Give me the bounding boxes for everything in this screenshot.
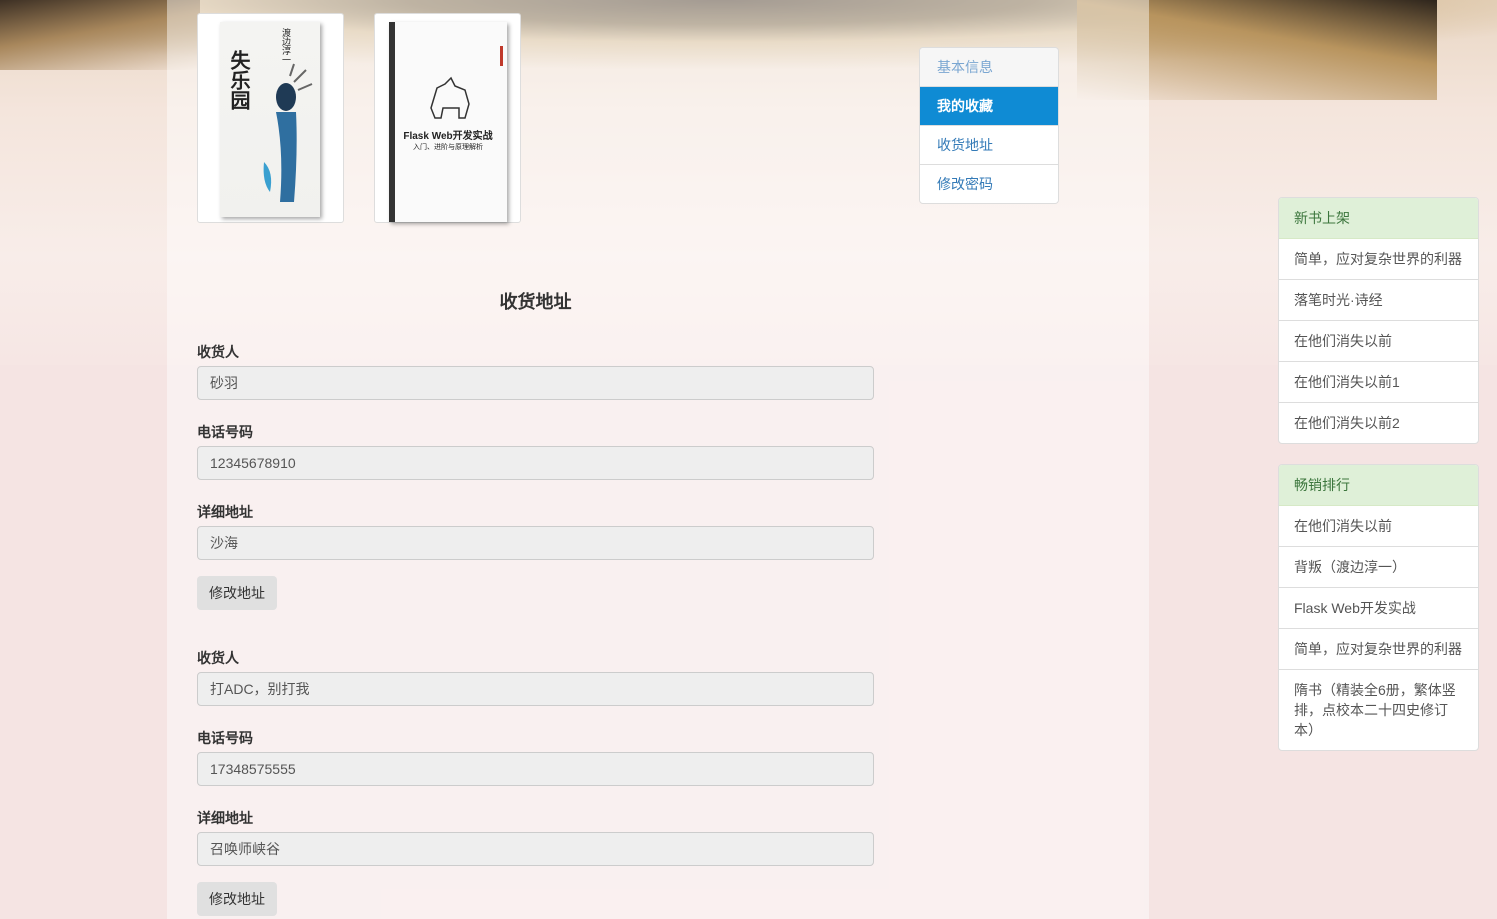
- address-label: 详细地址: [197, 810, 253, 826]
- list-item[interactable]: 隋书（精装全6册，繁体竖排，点校本二十四史修订本）: [1279, 670, 1478, 750]
- list-item[interactable]: 背叛（渡边淳一）: [1279, 547, 1478, 588]
- list-item[interactable]: 在他们消失以前2: [1279, 403, 1478, 443]
- recipient-input[interactable]: [197, 366, 874, 400]
- cover-illustration-icon: [263, 63, 313, 202]
- wolf-icon: [430, 76, 470, 119]
- list-item[interactable]: 在他们消失以前: [1279, 321, 1478, 362]
- recipient-input[interactable]: [197, 672, 874, 706]
- menu-item-change-password[interactable]: 修改密码: [920, 165, 1058, 203]
- list-item[interactable]: Flask Web开发实战: [1279, 588, 1478, 629]
- recipient-label: 收货人: [197, 650, 239, 666]
- cover-title-2: Flask Web开发实战: [403, 131, 493, 142]
- book-cover-1[interactable]: 失乐园 渡边淳一: [220, 22, 320, 217]
- book-card-2[interactable]: Flask Web开发实战 入门、进阶与原理解析: [374, 13, 521, 223]
- address-form-2: 收货人 电话号码 详细地址 修改地址: [197, 648, 874, 916]
- phone-label: 电话号码: [197, 424, 253, 440]
- book-card-1[interactable]: 失乐园 渡边淳一: [197, 13, 344, 223]
- cover-subtitle-2: 入门、进阶与原理解析: [413, 144, 483, 151]
- menu-item-basic-info[interactable]: 基本信息: [920, 48, 1058, 87]
- list-item[interactable]: 在他们消失以前1: [1279, 362, 1478, 403]
- list-item[interactable]: 简单，应对复杂世界的利器: [1279, 239, 1478, 280]
- book-cover-2[interactable]: Flask Web开发实战 入门、进阶与原理解析: [389, 22, 507, 222]
- new-books-heading: 新书上架: [1279, 198, 1478, 239]
- bestsellers-heading: 畅销排行: [1279, 465, 1478, 506]
- list-item[interactable]: 简单，应对复杂世界的利器: [1279, 629, 1478, 670]
- address-input[interactable]: [197, 526, 874, 560]
- edit-address-button[interactable]: 修改地址: [197, 576, 277, 610]
- phone-label: 电话号码: [197, 730, 253, 746]
- menu-item-shipping-address[interactable]: 收货地址: [920, 126, 1058, 165]
- list-item[interactable]: 落笔时光·诗经: [1279, 280, 1478, 321]
- menu-item-my-favorites[interactable]: 我的收藏: [920, 87, 1058, 126]
- recipient-label: 收货人: [197, 344, 239, 360]
- edit-address-button[interactable]: 修改地址: [197, 882, 277, 916]
- user-menu: 基本信息 我的收藏 收货地址 修改密码: [919, 47, 1059, 204]
- bestsellers-panel: 畅销排行 在他们消失以前 背叛（渡边淳一） Flask Web开发实战 简单，应…: [1278, 464, 1479, 751]
- page-title: 收货地址: [499, 292, 572, 312]
- address-form-1: 收货人 电话号码 详细地址 修改地址: [197, 342, 874, 610]
- cover-author-1: 渡边淳一: [281, 28, 291, 64]
- address-label: 详细地址: [197, 504, 253, 520]
- new-books-panel: 新书上架 简单，应对复杂世界的利器 落笔时光·诗经 在他们消失以前 在他们消失以…: [1278, 197, 1479, 444]
- phone-input[interactable]: [197, 446, 874, 480]
- address-input[interactable]: [197, 832, 874, 866]
- list-item[interactable]: 在他们消失以前: [1279, 506, 1478, 547]
- cover-title-1: 失乐园: [227, 50, 251, 110]
- phone-input[interactable]: [197, 752, 874, 786]
